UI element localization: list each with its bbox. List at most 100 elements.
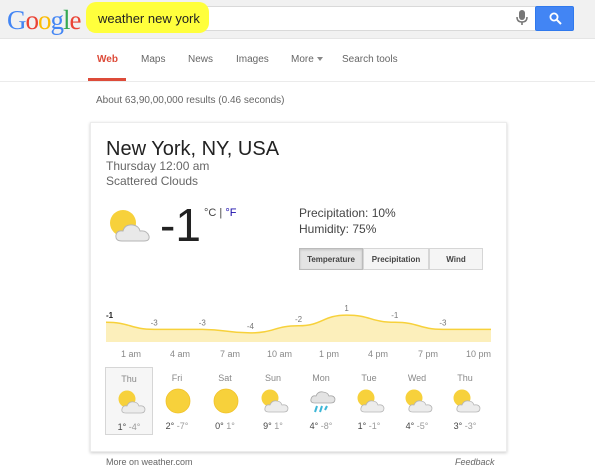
day-low: 1° (274, 421, 283, 431)
day-low: -1° (368, 421, 381, 431)
day-name: Thu (121, 374, 137, 384)
search-tabs: Web Maps News Images More Search tools (0, 40, 595, 82)
temperature-data-label: 1 (344, 304, 349, 313)
temperature-data-label: -3 (199, 318, 207, 327)
tab-images[interactable]: Images (236, 54, 269, 65)
day-temps: 9° 1° (249, 421, 297, 431)
partly-cloudy-icon (403, 388, 433, 419)
google-logo[interactable]: Google (7, 5, 81, 36)
logo-letter: o (38, 5, 51, 35)
day-name: Sat (218, 373, 232, 383)
temperature-data-label: -3 (439, 318, 447, 327)
wind-toggle[interactable]: Wind (429, 248, 483, 270)
logo-letter: g (50, 5, 64, 35)
precipitation-toggle[interactable]: Precipitation (363, 248, 429, 270)
day-name: Wed (407, 373, 427, 383)
day-high: 4° (309, 421, 319, 431)
hour-label: 10 pm (466, 349, 492, 359)
precipitation-text: Precipitation: 10% (299, 206, 396, 220)
tab-web[interactable]: Web (97, 54, 118, 65)
day-name: Mon (312, 373, 330, 383)
forecast-day-mon[interactable]: Mon 4° -8° (297, 367, 345, 435)
day-temps: 2° -7° (153, 421, 201, 431)
weather-location: New York, NY, USA (106, 138, 280, 160)
day-high: 0° (215, 421, 224, 431)
tab-more[interactable]: More (291, 54, 323, 65)
logo-letter: o (25, 5, 39, 35)
day-low: -4° (128, 422, 141, 432)
active-tab-indicator (88, 78, 126, 81)
sunny-icon (211, 388, 241, 419)
hour-label: 10 am (267, 349, 293, 359)
day-temps: 4° -5° (393, 421, 441, 431)
partly-cloudy-icon (451, 388, 481, 419)
day-high: 3° (453, 421, 463, 431)
forecast-day-thu[interactable]: Thu 1° -4° (105, 367, 153, 435)
temperature-data-label: -4 (247, 322, 255, 331)
temperature-toggle[interactable]: Temperature (299, 248, 363, 270)
day-high: 9° (263, 421, 272, 431)
unit-celsius[interactable]: °C (204, 207, 216, 219)
day-high: 2° (165, 421, 175, 431)
day-high: 4° (405, 421, 415, 431)
unit-toggle: °C | °F (204, 207, 236, 219)
day-temps: 3° -3° (441, 421, 489, 431)
weather-datetime: Thursday 12:00 am (106, 159, 210, 173)
hour-label: 7 am (220, 349, 241, 359)
tab-maps[interactable]: Maps (141, 54, 165, 65)
more-on-weather-link[interactable]: More on weather.com (106, 457, 193, 467)
forecast-day-wed[interactable]: Wed 4° -5° (393, 367, 441, 435)
temperature-data-label: -3 (151, 318, 159, 327)
current-temperature: -1 (160, 199, 201, 251)
day-low: 1° (226, 421, 235, 431)
partly-cloudy-icon (106, 208, 154, 249)
logo-letter: G (7, 5, 26, 35)
day-temps: 0° 1° (201, 421, 249, 431)
partly-cloudy-icon (259, 388, 289, 419)
forecast-day-sat[interactable]: Sat 0° 1° (201, 367, 249, 435)
hour-label: 4 am (170, 349, 191, 359)
day-low: -8° (320, 421, 333, 431)
unit-separator: | (216, 207, 226, 219)
tab-more-label: More (291, 54, 314, 65)
partly-cloudy-icon (355, 388, 385, 419)
weather-condition: Scattered Clouds (106, 174, 199, 188)
forecast-day-thu-next[interactable]: Thu 3° -3° (441, 367, 489, 435)
day-low: -5° (416, 421, 429, 431)
caret-down-icon (316, 57, 323, 62)
unit-fahrenheit[interactable]: °F (225, 207, 236, 219)
forecast-day-tue[interactable]: Tue 1° -1° (345, 367, 393, 435)
tab-news[interactable]: News (188, 54, 213, 65)
partly-cloudy-icon (116, 389, 146, 420)
day-name: Sun (264, 373, 281, 383)
forecast-day-fri[interactable]: Fri 2° -7° (153, 367, 201, 435)
temperature-chart: -1 -3 -3 -4 -2 1 -1 -3 (105, 304, 491, 342)
results-count: About 63,90,00,000 results (0.46 seconds… (96, 95, 285, 106)
day-high: 1° (357, 421, 367, 431)
search-query-text[interactable]: weather new york (98, 11, 200, 26)
hour-label: 1 am (121, 349, 142, 359)
sunny-icon (163, 388, 193, 419)
feedback-link[interactable]: Feedback (455, 457, 495, 467)
forecast-day-sun[interactable]: Sun 9° 1° (249, 367, 297, 435)
rain-icon (307, 388, 337, 419)
hour-label: 1 pm (319, 349, 340, 359)
day-temps: 1° -1° (345, 421, 393, 431)
day-name: Tue (361, 373, 377, 383)
logo-letter: e (69, 5, 82, 35)
day-low: -3° (464, 421, 477, 431)
microphone-icon[interactable] (514, 9, 530, 27)
day-name: Fri (171, 373, 183, 383)
day-name: Thu (457, 373, 473, 383)
hour-label: 7 pm (418, 349, 439, 359)
day-temps: 1° -4° (106, 422, 152, 432)
magnifier-icon (549, 12, 562, 25)
day-temps: 4° -8° (297, 421, 345, 431)
hour-label: 4 pm (368, 349, 389, 359)
tab-search-tools[interactable]: Search tools (342, 54, 398, 65)
temperature-data-label: -1 (106, 311, 114, 320)
chart-toggle-group: Temperature Precipitation Wind (299, 248, 483, 270)
day-high: 1° (117, 422, 127, 432)
humidity-text: Humidity: 75% (299, 222, 377, 236)
search-button[interactable] (535, 6, 574, 31)
